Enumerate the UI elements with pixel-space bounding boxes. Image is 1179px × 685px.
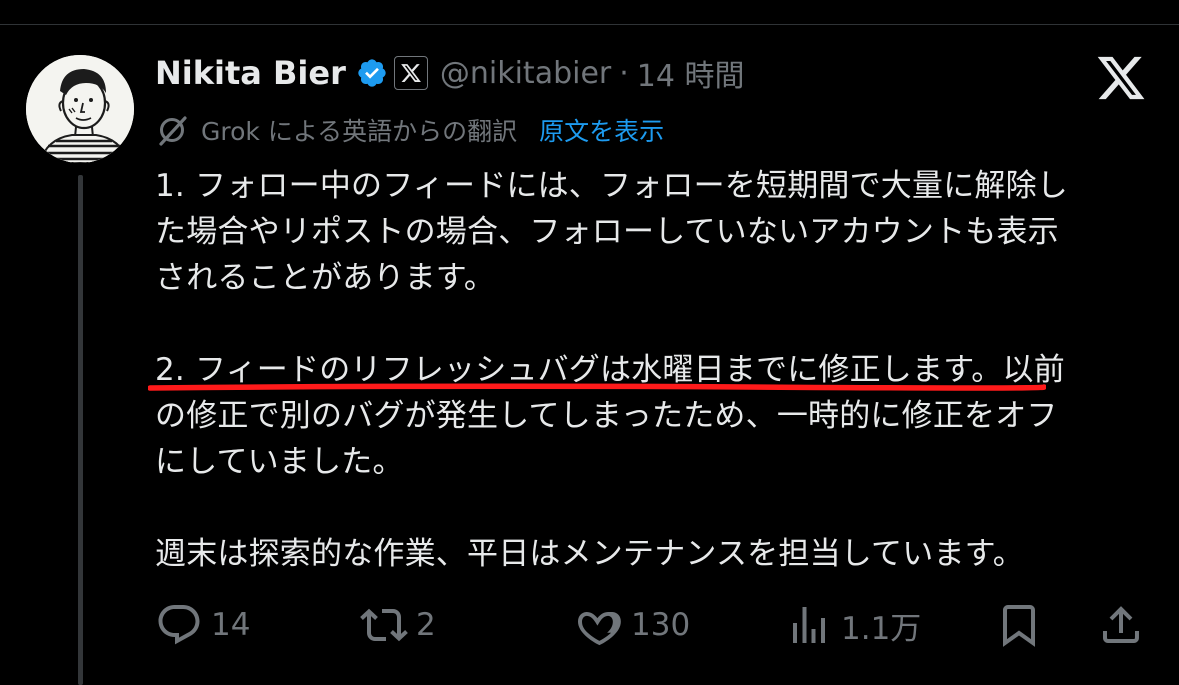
views-icon [793,607,825,643]
x-logo-icon [1095,52,1147,104]
grok-icon [155,113,189,147]
repost-icon [360,608,408,642]
x-affiliate-icon[interactable] [393,56,428,90]
text-line: 2. フィードのリフレッシュバグは水曜日までに修正します。以前 [155,352,1065,388]
text-line: にしていました。 [155,444,404,480]
text-line: 1. フォロー中のフィードには、フォローを短期間で大量に解除し [155,168,1069,204]
user-handle[interactable]: @nikitabier [440,56,611,91]
text-line: されることがあります。 [155,260,496,296]
show-original-link[interactable]: 原文を表示 [539,112,664,148]
share-icon [1103,606,1139,643]
avatar-illustration [26,55,134,163]
like-button[interactable]: 130 [575,600,690,650]
like-count: 130 [631,607,691,643]
translation-row: Grok による英語からの翻訳 原文を表示 [155,110,664,150]
heart-icon [578,611,621,646]
bookmark-icon [1003,605,1035,647]
thread-line [78,175,83,685]
reply-icon [158,605,200,645]
bookmark-button[interactable] [995,600,1043,650]
separator-dot: · [619,55,629,91]
avatar[interactable] [26,55,134,163]
text-line: 週末は探索的な作業、平日はメンテナンスを担当しています。 [155,536,1024,572]
translation-label: Grok による英語からの翻訳 [201,117,518,146]
text-line: の修正で別のバグが発生してしまったため、一時的に修正をオフ [155,398,1058,434]
verified-badge-icon [356,57,388,89]
tweet-header: Nikita Bier @nikitabier · 14 時間 [155,50,745,96]
repost-count: 2 [416,607,436,643]
text-line: た場合やリポストの場合、フォローしていないアカウントも表示 [155,214,1059,250]
action-bar: 14 2 130 1.1万 [155,600,1145,650]
view-count: 1.1万 [841,610,922,647]
display-name[interactable]: Nikita Bier [155,54,346,92]
repost-button[interactable]: 2 [360,600,436,650]
reply-button[interactable]: 14 [155,600,250,650]
views-button[interactable]: 1.1万 [785,600,921,650]
tweet-timestamp[interactable]: 14 時間 [637,51,745,95]
tweet-text: 1. フォロー中のフィードには、フォローを短期間で大量に解除し た場合やリポスト… [155,163,1155,577]
top-divider [0,24,1179,25]
share-button[interactable] [1097,600,1145,650]
reply-count: 14 [211,607,251,643]
